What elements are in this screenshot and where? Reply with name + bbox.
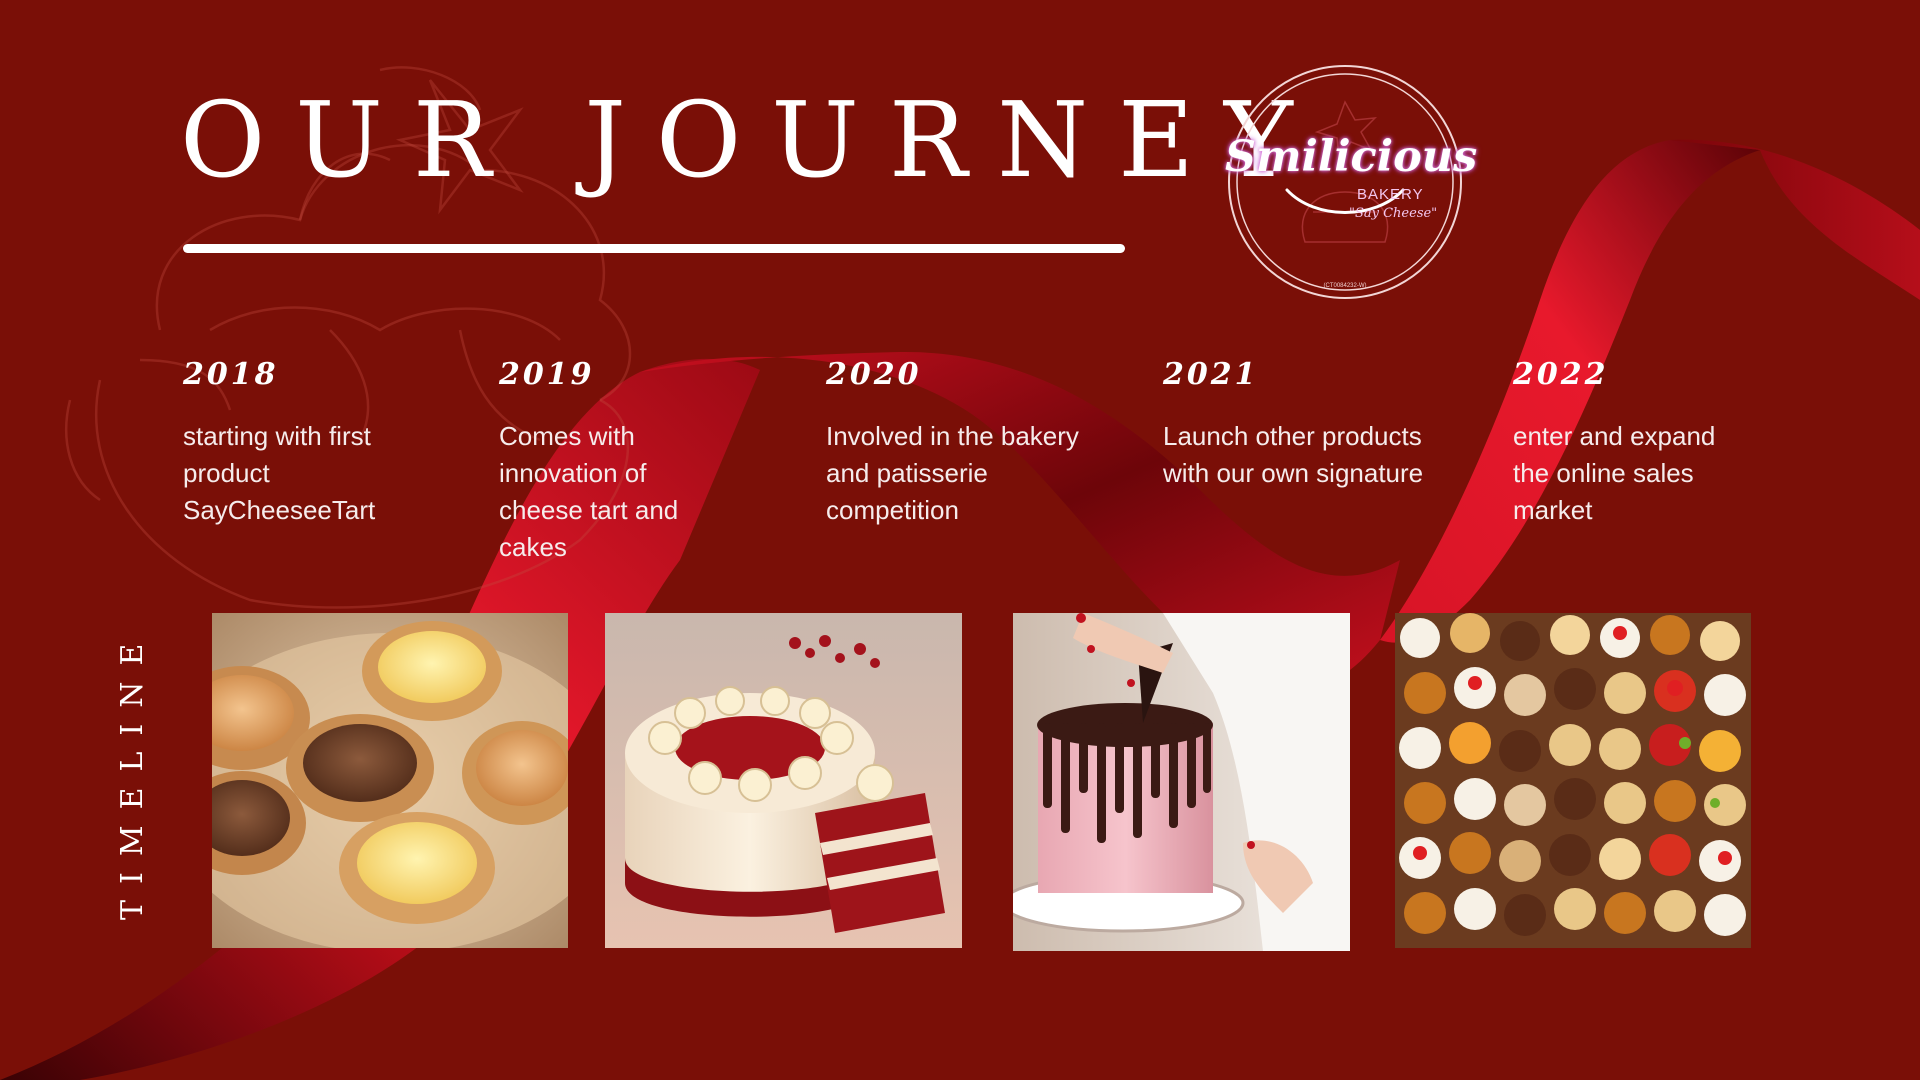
- photo-red-velvet-cake: [605, 613, 962, 948]
- logo-tagline: "Say Cheese": [1349, 206, 1438, 221]
- milestone-2022: 2022 enter and expand the online sales m…: [1513, 358, 1853, 529]
- milestone-description: Comes with innovation of cheese tart and…: [499, 421, 679, 562]
- milestone-2018: 2018 starting with first product SayChee…: [183, 358, 523, 529]
- milestone-2019: 2019 Comes with innovation of cheese tar…: [499, 358, 839, 566]
- milestone-description: enter and expand the online sales market: [1513, 421, 1716, 525]
- milestone-year: 2018: [183, 357, 279, 392]
- logo-wordmark: Smilicious: [1225, 132, 1478, 182]
- milestone-description: Launch other products with our own signa…: [1163, 421, 1424, 488]
- photo-petit-fours: [1395, 613, 1751, 948]
- logo-badge-icon: [1228, 65, 1462, 299]
- milestone-description: starting with first product SayCheeseeTa…: [183, 421, 376, 525]
- logo-subtitle: BAKERY: [1357, 186, 1424, 203]
- photo-cheese-tarts: [212, 613, 568, 948]
- page-title: OUR JOURNEY: [180, 79, 1323, 201]
- milestone-year: 2022: [1513, 357, 1609, 392]
- milestone-year: 2020: [826, 357, 922, 392]
- title-underline: [183, 244, 1125, 253]
- logo-registration: (CT0084232-W): [1323, 283, 1367, 289]
- milestone-year: 2019: [499, 357, 595, 392]
- milestone-description: Involved in the bakery and patisserie co…: [826, 421, 1079, 525]
- timeline-side-label: TIMELINE: [115, 627, 150, 920]
- milestone-2021: 2021 Launch other products with our own …: [1163, 358, 1503, 492]
- bakery-logo: Smilicious BAKERY "Say Cheese" (CT008423…: [1225, 62, 1478, 302]
- milestone-year: 2021: [1163, 357, 1259, 392]
- milestone-2020: 2020 Involved in the bakery and patisser…: [826, 358, 1166, 529]
- photo-drip-cake: [1013, 613, 1350, 951]
